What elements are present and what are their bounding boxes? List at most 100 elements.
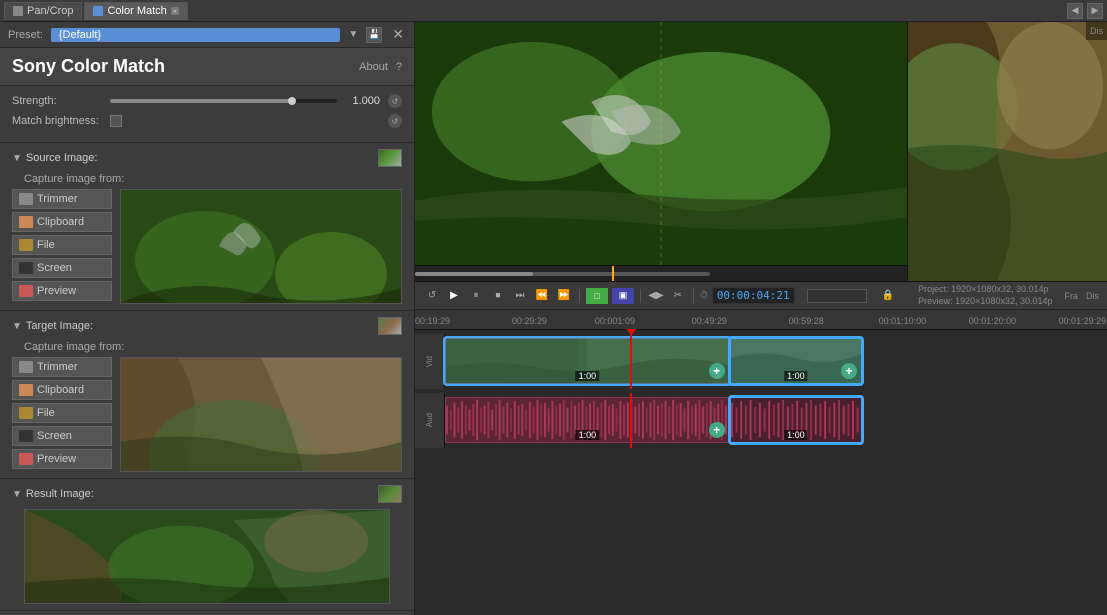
target-capture-buttons: Trimmer Clipboard File Screen [12,357,112,472]
strength-reset-btn[interactable]: ↺ [388,94,402,108]
source-file-label: File [37,239,55,251]
target-preview-icon [19,453,33,465]
tab-ctrl-right[interactable]: ▶ [1087,3,1103,19]
preview-icon [19,285,33,297]
video-clip-2[interactable]: 1:00 + [730,338,862,384]
project-info: Project: 1920×1080x32, 30.014p Preview: … [918,284,1052,307]
source-trimmer-btn[interactable]: Trimmer [12,189,112,209]
video-clip-1[interactable]: 1:00 + [445,338,730,384]
source-screen-btn[interactable]: Screen [12,258,112,278]
snap-btn[interactable]: 🔒 [879,287,897,305]
tab-bar: Pan/Crop Color Match × ◀ ▶ [0,0,1107,22]
audio-track-header: Aud [415,393,445,448]
add-marker-btn-2[interactable]: + [841,363,857,379]
strength-slider[interactable] [110,99,337,103]
mix-btn[interactable]: ▣ [612,288,634,304]
add-marker-btn-1[interactable]: + [709,363,725,379]
fast-forward-btn[interactable]: ⏩ [555,287,573,305]
target-trimmer-icon [19,361,33,373]
strength-value: 1.000 [345,95,380,107]
pause-btn[interactable]: ⏸ [467,287,485,305]
split-btn[interactable]: ✂ [669,287,687,305]
ruler-mark-4: 00:59:28 [789,316,824,326]
source-file-btn[interactable]: File [12,235,112,255]
target-file-label: File [37,407,55,419]
loop-region-btn[interactable]: □ [586,288,608,304]
result-image-section: ▼ Result Image: [0,479,414,611]
ruler-mark-5: 00:01:10:00 [879,316,927,326]
target-triangle-icon[interactable]: ▼ [12,321,22,332]
rewind-btn[interactable]: ⏪ [533,287,551,305]
source-triangle-icon[interactable]: ▼ [12,153,22,164]
tab-color-match-label: Color Match [107,5,166,17]
disp-label: Dis [1086,291,1099,301]
tab-color-match[interactable]: Color Match × [84,2,187,20]
preview-info-text: Preview: 1920×1080x32, 30.014p [918,296,1052,308]
tab-pan-crop[interactable]: Pan/Crop [4,2,82,20]
color-match-icon [93,6,103,16]
target-capture-layout: Trimmer Clipboard File Screen [12,357,402,472]
audio-add-btn-1[interactable]: + [709,422,725,438]
pan-crop-icon [13,6,23,16]
source-preview-label: Preview [37,285,76,297]
target-file-btn[interactable]: File [12,403,112,423]
audio-clip-1-label: 1:00 [576,430,600,440]
source-preview-btn[interactable]: Preview [12,281,112,301]
help-btn[interactable]: ? [396,61,402,73]
clipboard-icon [19,216,33,228]
audio-clip-1[interactable]: 1:00 + [445,397,730,443]
tab-close-btn[interactable]: × [171,7,179,15]
playhead[interactable] [630,334,632,389]
target-clipboard-btn[interactable]: Clipboard [12,380,112,400]
result-preview-image [24,509,390,604]
match-brightness-checkbox[interactable] [110,115,122,127]
preset-close-btn[interactable]: ✕ [390,26,406,43]
about-btn[interactable]: About [359,61,388,73]
transport-bar: ↺ ▶ ⏸ ⏹ ⏭ ⏪ ⏩ □ ▣ ◀▶ ✂ ⏱ 00:00:04:21 🔒 [415,282,1107,310]
tab-controls: ◀ ▶ [1067,3,1103,19]
left-panel: Preset: {Default} ▼ 💾 ✕ Sony Color Match… [0,22,415,615]
timeline-ruler: 00:19:29 00:29:29 00:001:09 00:49:29 00:… [415,310,1107,330]
preset-value[interactable]: {Default} [51,28,341,42]
target-preview-btn[interactable]: Preview [12,449,112,469]
target-screen-btn[interactable]: Screen [12,426,112,446]
ruler-mark-6: 00:01:20:00 [969,316,1017,326]
target-preview-image [120,357,402,472]
end-btn[interactable]: ⏭ [511,287,529,305]
source-preview-image [120,189,402,304]
timecode-input[interactable] [807,289,867,303]
preset-save-btn[interactable]: 💾 [366,27,382,43]
result-thumb-btn[interactable] [378,485,402,503]
result-triangle-icon[interactable]: ▼ [12,489,22,500]
audio-playhead[interactable] [630,393,632,448]
match-brightness-reset-btn[interactable]: ↺ [388,114,402,128]
source-clipboard-label: Clipboard [37,216,84,228]
file-icon [19,239,33,251]
source-image-title: Source Image: [26,152,98,164]
ruler-mark-7: 00:01:29:29 [1059,316,1107,326]
tab-ctrl-left[interactable]: ◀ [1067,3,1083,19]
target-trimmer-btn[interactable]: Trimmer [12,357,112,377]
separator-3 [693,289,694,303]
trim-btn[interactable]: ◀▶ [647,287,665,305]
audio-track-content[interactable]: 1:00 + [445,393,1107,448]
target-capture-label: Capture image from: [12,341,402,353]
target-image-section: ▼ Target Image: Capture image from: Trim… [0,311,414,479]
loop-btn[interactable]: ↺ [423,287,441,305]
tab-pan-crop-label: Pan/Crop [27,5,73,17]
trimmer-icon [19,193,33,205]
timecode-clock-icon: ⏱ [700,290,708,301]
side-panel-info: Dis [1090,26,1103,36]
stop-btn[interactable]: ⏹ [489,287,507,305]
preset-dropdown-arrow[interactable]: ▼ [348,29,358,40]
target-thumb-btn[interactable] [378,317,402,335]
right-panel: Dis ↺ ▶ ⏸ ⏹ ⏭ ⏪ ⏩ □ ▣ ◀▶ ✂ ⏱ [415,22,1107,615]
source-clipboard-btn[interactable]: Clipboard [12,212,112,232]
play-btn[interactable]: ▶ [445,287,463,305]
match-brightness-label: Match brightness: [12,115,102,127]
match-brightness-row: Match brightness: ↺ [12,114,402,128]
video-track-content[interactable]: 1:00 + 1:00 + [445,334,1107,389]
source-thumb-btn[interactable] [378,149,402,167]
audio-clip-2[interactable]: 1:00 [730,397,862,443]
audio-track-row: Aud [415,393,1107,448]
